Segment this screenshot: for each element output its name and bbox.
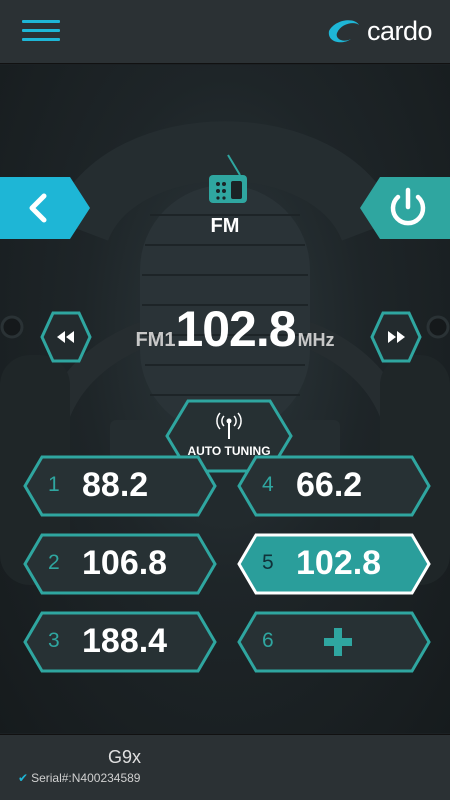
preset-number: 4 — [262, 473, 274, 496]
serial-number: ✔ Serial#:N400234589 — [18, 771, 140, 785]
preset-3[interactable]: 3 188.4 — [22, 610, 218, 674]
screen-title: FM — [210, 215, 240, 237]
device-footer: G9x ✔ Serial#:N400234589 — [0, 734, 450, 800]
radio-icon — [209, 154, 247, 203]
serial-text: Serial#:N400234589 — [31, 771, 141, 785]
seek-previous-button[interactable] — [40, 310, 92, 364]
antenna-icon — [216, 412, 242, 439]
band-label: FM1 — [135, 329, 176, 351]
preset-frequency: 188.4 — [82, 622, 168, 660]
frequency-unit: MHz — [297, 330, 335, 350]
preset-frequency: 106.8 — [82, 544, 168, 582]
cardo-swoosh-icon — [328, 20, 359, 43]
preset-number: 3 — [48, 629, 60, 652]
frequency-display: FM1102.8 MHz — [110, 300, 360, 370]
preset-1[interactable]: 1 88.2 — [22, 454, 218, 518]
preset-frequency: 88.2 — [82, 466, 149, 504]
preset-2[interactable]: 2 106.8 — [22, 532, 218, 596]
seek-next-button[interactable] — [370, 310, 422, 364]
preset-6-add[interactable]: 6 — [236, 610, 432, 674]
preset-number: 5 — [262, 551, 274, 574]
brand-name: cardo — [366, 15, 433, 46]
device-name: G9x — [108, 747, 142, 767]
plus-icon — [324, 628, 352, 656]
top-bar: cardo — [0, 0, 450, 64]
preset-number: 6 — [262, 629, 274, 652]
preset-5-active[interactable]: 5 102.8 — [236, 532, 432, 596]
preset-frequency: 102.8 — [296, 544, 382, 582]
frequency-value: 102.8 — [175, 301, 296, 357]
hamburger-menu-icon[interactable] — [22, 20, 60, 44]
preset-number: 2 — [48, 551, 60, 574]
preset-4[interactable]: 4 66.2 — [236, 454, 432, 518]
preset-frequency: 66.2 — [296, 466, 363, 504]
radio-stage: FM FM1102.8 MHz AUTO TUNING 1 88.2 4 66.… — [0, 65, 450, 733]
preset-number: 1 — [48, 473, 60, 496]
brand-logo: cardo — [325, 14, 433, 48]
checkmark-icon: ✔ — [18, 771, 29, 785]
